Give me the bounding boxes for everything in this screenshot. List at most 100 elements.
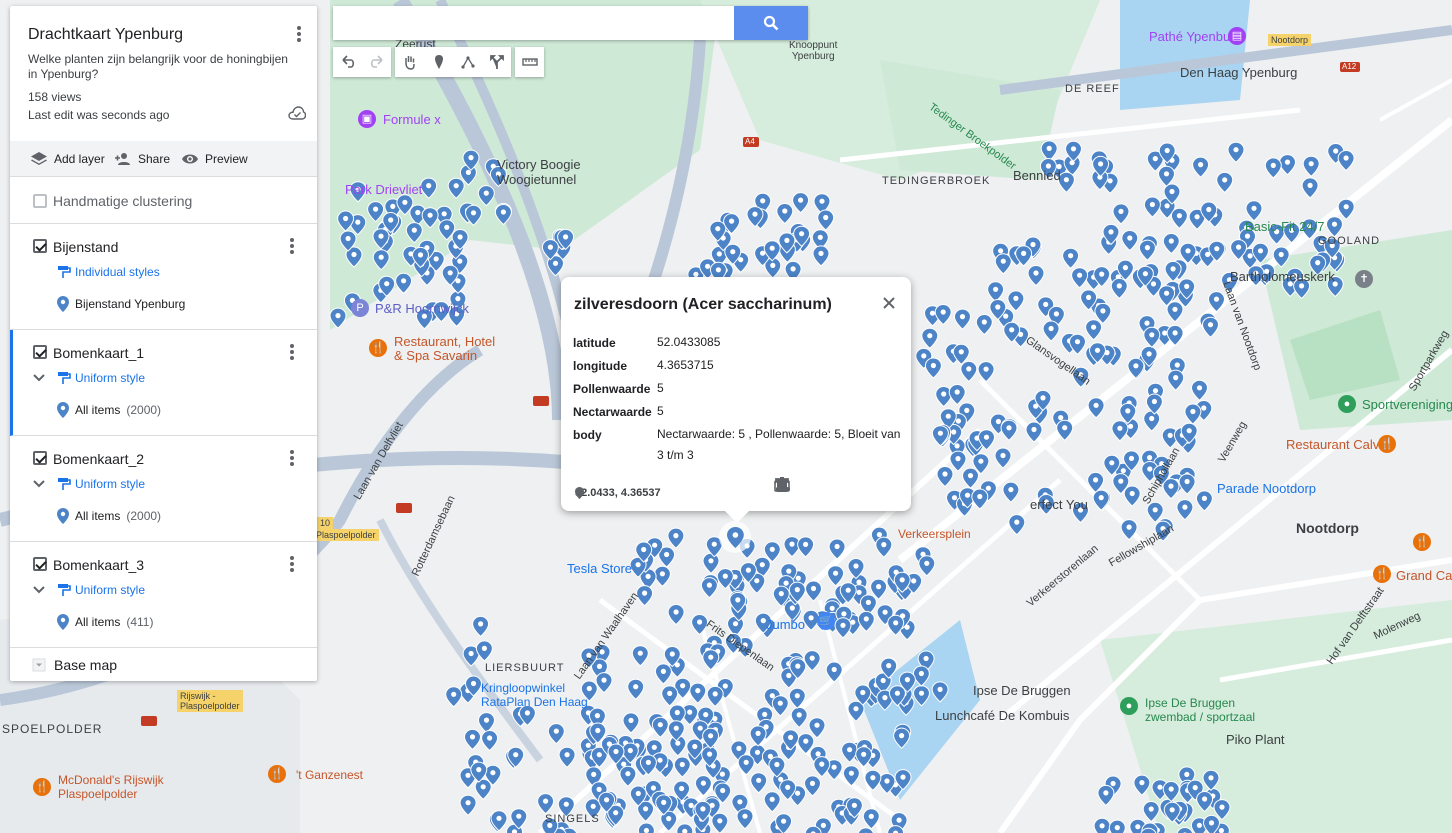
tree-marker[interactable]: [875, 536, 893, 558]
tree-marker[interactable]: [953, 308, 972, 330]
tree-marker[interactable]: [1142, 800, 1160, 823]
layer-checkbox[interactable]: [33, 239, 47, 253]
tree-marker[interactable]: [924, 357, 942, 379]
tree-marker[interactable]: [827, 565, 845, 587]
tree-marker[interactable]: [834, 617, 852, 639]
tree-marker[interactable]: [421, 207, 439, 229]
tree-marker[interactable]: [673, 756, 691, 778]
layer-options-icon[interactable]: [285, 554, 299, 574]
layer-items-row[interactable]: All items (411): [57, 614, 153, 630]
selected-marker[interactable]: [719, 521, 751, 553]
tree-marker[interactable]: [1166, 324, 1184, 347]
tree-marker[interactable]: [711, 812, 729, 833]
tree-marker[interactable]: [797, 536, 815, 558]
redo-icon[interactable]: [362, 47, 391, 77]
layer-name[interactable]: Bijenstand: [53, 239, 118, 255]
tree-marker[interactable]: [1110, 277, 1128, 300]
tree-marker[interactable]: [702, 649, 720, 671]
layer-options-icon[interactable]: [285, 236, 299, 256]
tree-marker[interactable]: [694, 775, 712, 797]
tree-marker[interactable]: [637, 822, 655, 833]
tree-marker[interactable]: [842, 765, 860, 787]
chevron-down-icon[interactable]: [32, 371, 46, 385]
tree-marker[interactable]: [792, 192, 810, 214]
tree-marker[interactable]: [676, 823, 694, 833]
tree-marker[interactable]: [700, 577, 718, 599]
layer-name[interactable]: Bomenkaart_2: [53, 451, 144, 467]
ruler-icon[interactable]: [515, 47, 544, 77]
tree-marker[interactable]: [395, 272, 413, 294]
tree-marker[interactable]: [1216, 171, 1234, 194]
tree-marker[interactable]: [1192, 156, 1210, 178]
tree-marker[interactable]: [1133, 774, 1151, 796]
layer-items-row[interactable]: All items (2000): [57, 402, 161, 418]
tree-marker[interactable]: [1127, 357, 1145, 379]
tree-marker[interactable]: [790, 706, 808, 729]
tree-marker[interactable]: [1176, 499, 1194, 521]
tree-marker[interactable]: [661, 685, 679, 707]
tree-marker[interactable]: [788, 687, 806, 709]
tree-marker[interactable]: [1301, 177, 1319, 199]
layer-style-link[interactable]: Uniform style: [57, 477, 145, 491]
tree-marker[interactable]: [1087, 471, 1105, 494]
edit-icon[interactable]: [776, 477, 819, 495]
layer-name[interactable]: Bomenkaart_3: [53, 557, 144, 573]
layer-style-link[interactable]: Individual styles: [57, 265, 160, 279]
layer-checkbox[interactable]: [33, 557, 47, 571]
tree-marker[interactable]: [971, 488, 989, 510]
tree-marker[interactable]: [1264, 157, 1282, 179]
map-description[interactable]: Welke planten zijn belangrijk voor de ho…: [28, 52, 298, 82]
tree-marker[interactable]: [936, 465, 954, 488]
tree-marker[interactable]: [771, 695, 789, 717]
tree-marker[interactable]: [1008, 514, 1026, 536]
tree-marker[interactable]: [803, 775, 822, 797]
tree-marker[interactable]: [706, 685, 724, 708]
tree-marker[interactable]: [627, 678, 645, 700]
tree-marker[interactable]: [547, 723, 565, 745]
tree-marker[interactable]: [812, 245, 830, 267]
tree-marker[interactable]: [828, 538, 846, 560]
tree-marker[interactable]: [1143, 326, 1161, 348]
delete-icon[interactable]: [776, 477, 900, 495]
tree-marker[interactable]: [1190, 379, 1209, 401]
tree-marker[interactable]: [1167, 369, 1185, 391]
tree-marker[interactable]: [960, 360, 978, 383]
tree-marker[interactable]: [558, 746, 576, 768]
tree-marker[interactable]: [825, 661, 843, 683]
tree-marker[interactable]: [1040, 140, 1058, 162]
tree-marker[interactable]: [1112, 203, 1130, 225]
camera-icon[interactable]: [774, 477, 846, 495]
close-icon[interactable]: [879, 293, 899, 313]
tree-marker[interactable]: [651, 716, 669, 738]
tree-marker[interactable]: [1162, 232, 1180, 255]
tree-marker[interactable]: [702, 552, 720, 574]
tree-marker[interactable]: [1176, 826, 1194, 833]
tree-marker[interactable]: [1207, 291, 1226, 313]
tree-marker[interactable]: [654, 663, 672, 685]
share-button[interactable]: Share: [114, 141, 170, 177]
tree-marker[interactable]: [931, 681, 949, 703]
tree-marker[interactable]: [1162, 780, 1180, 803]
tree-marker[interactable]: [994, 253, 1012, 275]
tree-marker[interactable]: [1120, 519, 1138, 541]
tree-marker[interactable]: [749, 725, 767, 747]
tree-marker[interactable]: [372, 249, 390, 271]
tree-marker[interactable]: [667, 527, 685, 549]
layer-items-row[interactable]: All items (2000): [57, 508, 161, 524]
tree-marker[interactable]: [405, 222, 423, 244]
tree-marker[interactable]: [1143, 410, 1161, 432]
tree-marker[interactable]: [804, 580, 823, 602]
feature-info-popup[interactable]: zilveresdoorn (Acer saccharinum) latitud…: [561, 277, 911, 523]
tree-marker[interactable]: [1085, 319, 1103, 341]
tree-marker[interactable]: [481, 729, 499, 752]
tree-marker[interactable]: [1097, 784, 1115, 807]
layer-checkbox[interactable]: [33, 345, 47, 359]
tree-marker[interactable]: [459, 794, 477, 816]
tree-marker[interactable]: [1325, 216, 1344, 238]
layer-options-icon[interactable]: [285, 342, 299, 362]
expand-icon[interactable]: [32, 658, 46, 672]
add-marker-icon[interactable]: [424, 47, 453, 77]
tree-marker[interactable]: [803, 650, 821, 672]
tree-marker[interactable]: [1337, 149, 1355, 172]
tree-marker[interactable]: [1227, 141, 1245, 163]
